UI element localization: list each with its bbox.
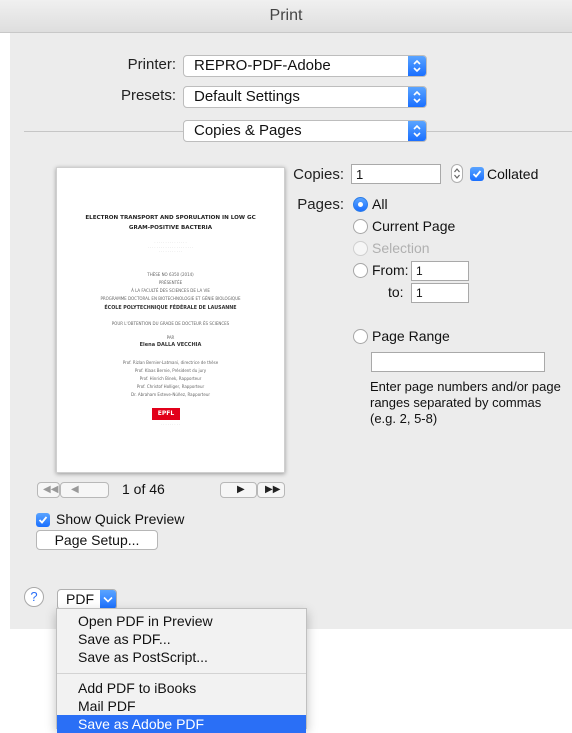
selection-radio [353,241,368,256]
updown-arrows-icon [408,56,426,76]
page-range-field[interactable] [371,352,545,372]
page-preview: ELECTRON TRANSPORT AND SPORULATION IN LO… [56,167,285,473]
doc-jury-line: Prof. Hinrich Binek, Rapporteur [139,376,202,381]
stepper-arrows-icon [454,168,460,179]
pages-all-radio[interactable] [353,197,368,212]
hint-line: Enter page numbers and/or page [370,379,561,394]
help-button[interactable]: ? [24,587,44,607]
epfl-logo-text: EPFL [157,410,175,417]
updown-arrows-icon [408,121,426,141]
previous-page-button[interactable]: ◀ [60,482,109,498]
current-page-radio[interactable] [353,219,368,234]
quick-preview-checkbox[interactable] [36,513,50,527]
to-label: to: [388,284,404,300]
doc-line: À LA FACULTÉ DES SCIENCES DE LA VIE [131,288,210,293]
page-range-radio[interactable] [353,329,368,344]
menu-item-mail-pdf[interactable]: Mail PDF [57,697,306,715]
doc-par: PAR [166,335,175,340]
pages-all-label: All [372,196,388,212]
presets-select[interactable]: Default Settings [183,86,427,108]
page-range-hint: Enter page numbers and/or page ranges se… [370,379,561,427]
printer-select[interactable]: REPRO-PDF-Adobe [183,55,427,77]
doc-footer-blur: · · · · · · · · · [161,423,180,427]
double-right-arrow-icon: ▶▶ [265,484,281,495]
double-left-arrow-icon: ◀◀ [43,484,59,495]
checkmark-icon [472,170,482,178]
menu-item-save-as-pdf[interactable]: Save as PDF... [57,630,306,648]
epfl-logo: EPFL [152,408,180,420]
doc-jury-line: Prof. Klaas Bernie, Président du jury [134,368,207,373]
collated-label: Collated [487,166,539,182]
from-field[interactable]: 1 [411,261,469,281]
chevron-down-icon [100,590,116,609]
printer-label: Printer: [127,56,176,73]
menu-separator [57,673,306,674]
hint-line: ranges separated by commas [370,395,542,410]
menu-item-save-as-adobe-pdf[interactable]: Save as Adobe PDF [57,715,306,733]
divider [24,131,186,132]
first-page-button[interactable]: ◀◀ [37,482,60,498]
section-select[interactable]: Copies & Pages [183,120,427,142]
copies-field[interactable]: 1 [351,164,441,184]
selection-label: Selection [372,240,430,256]
doc-jury-line: Prof. Rizlan Bernier-Latmani, directrice… [122,360,219,365]
doc-school: ÉCOLE POLYTECHNIQUE FÉDÉRALE DE LAUSANNE [104,306,237,311]
current-page-label: Current Page [372,218,456,234]
doc-line: THÈSE NO 6350 (2014) [147,272,194,277]
presets-value: Default Settings [194,88,300,105]
pages-label: Pages: [297,196,344,213]
left-arrow-icon: ◀ [71,484,79,495]
last-page-button[interactable]: ▶▶ [257,482,285,498]
doc-author: Elena DALLA VECCHIA [139,342,202,348]
printer-value: REPRO-PDF-Adobe [194,57,331,74]
hint-line: (e.g. 2, 5-8) [370,411,438,426]
checkmark-icon [38,516,48,524]
copies-label: Copies: [293,166,344,183]
pdf-menu-button[interactable]: PDF [57,589,117,610]
window-title: Print [269,7,303,24]
title-bar: Print [0,0,572,33]
collated-checkbox[interactable] [470,167,484,181]
doc-blur-text: · · · · · · · · · · · · · · · · · · · · ·… [147,241,194,254]
presets-label: Presets: [120,87,176,104]
menu-item-add-to-ibooks[interactable]: Add PDF to iBooks [57,679,306,697]
doc-jury-line: Dr. Abraham Esteve-Núñez, Rapporteur [130,392,211,397]
page-setup-button[interactable]: Page Setup... [36,530,158,550]
doc-jury-line: Prof. Christof Holliger, Rapporteur [136,384,205,389]
pdf-label: PDF [66,591,94,607]
doc-line: PROGRAMME DOCTORAL EN BIOTECHNOLOGIE ET … [100,296,241,301]
divider [425,131,572,132]
menu-item-save-as-postscript[interactable]: Save as PostScript... [57,648,306,666]
to-field[interactable]: 1 [411,283,469,303]
doc-title-line: ELECTRON TRANSPORT AND SPORULATION IN LO… [85,215,256,221]
from-label: From: [372,262,409,278]
menu-item-open-in-preview[interactable]: Open PDF in Preview [57,612,306,630]
right-arrow-icon: ▶ [237,484,245,495]
page-range-label: Page Range [372,328,450,344]
doc-line: PRÉSENTÉE [158,280,183,285]
print-dialog: Printer: REPRO-PDF-Adobe Presets: Defaul… [10,33,572,629]
next-page-button[interactable]: ▶ [220,482,257,498]
updown-arrows-icon [408,87,426,107]
from-radio[interactable] [353,263,368,278]
copies-stepper[interactable] [451,164,463,183]
doc-title-line: GRAM-POSITIVE BACTERIA [128,225,213,231]
page-counter: 1 of 46 [122,481,165,497]
section-value: Copies & Pages [194,122,302,139]
doc-grade: POUR L'OBTENTION DU GRADE DE DOCTEUR ÈS … [111,321,230,326]
pdf-dropdown-menu: Open PDF in Preview Save as PDF... Save … [56,608,307,733]
quick-preview-label: Show Quick Preview [56,511,185,527]
